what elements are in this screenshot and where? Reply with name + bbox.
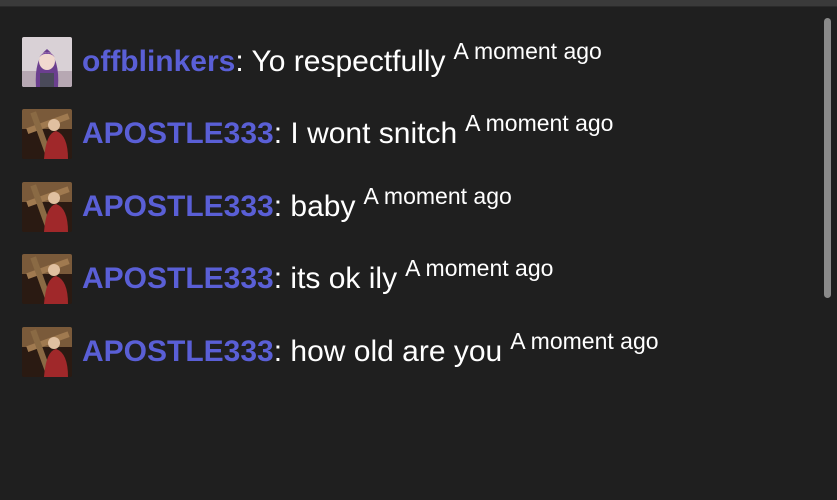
timestamp: A moment ago [465, 110, 614, 136]
cross-bearer-avatar-icon [22, 182, 72, 232]
avatar[interactable] [22, 182, 72, 232]
message-text: Yo respectfully [251, 45, 446, 78]
message-text: its ok ily [290, 262, 398, 295]
message-text: baby [290, 190, 356, 223]
username[interactable]: APOSTLE333 [82, 117, 274, 150]
purple-hair-anime-avatar-icon [22, 37, 72, 87]
colon-separator: : [273, 262, 291, 295]
chat-message: APOSTLE333: how old are you A moment ago [22, 326, 659, 378]
chat-message: offblinkers: Yo respectfully A moment ago [22, 36, 602, 88]
username[interactable]: APOSTLE333 [82, 335, 274, 368]
avatar[interactable] [22, 37, 72, 87]
colon-separator: : [273, 335, 291, 368]
cross-bearer-avatar-icon [22, 109, 72, 159]
message-line: APOSTLE333: I wont snitch A moment ago [82, 112, 613, 150]
colon-separator: : [273, 117, 291, 150]
timestamp: A moment ago [453, 38, 602, 64]
chat-message-list[interactable]: offblinkers: Yo respectfully A moment ago… [0, 0, 837, 500]
avatar[interactable] [22, 327, 72, 377]
avatar[interactable] [22, 109, 72, 159]
username[interactable]: APOSTLE333 [82, 190, 274, 223]
message-text: I wont snitch [290, 117, 458, 150]
timestamp: A moment ago [363, 183, 512, 209]
avatar[interactable] [22, 254, 72, 304]
colon-separator: : [273, 190, 291, 223]
chat-message: APOSTLE333: I wont snitch A moment ago [22, 108, 613, 160]
timestamp: A moment ago [405, 255, 554, 281]
username[interactable]: offblinkers [82, 45, 235, 78]
message-line: APOSTLE333: how old are you A moment ago [82, 330, 659, 368]
cross-bearer-avatar-icon [22, 254, 72, 304]
cross-bearer-avatar-icon [22, 327, 72, 377]
timestamp: A moment ago [510, 328, 659, 354]
message-line: APOSTLE333: baby A moment ago [82, 185, 512, 223]
colon-separator: : [235, 45, 252, 78]
scrollbar[interactable] [824, 18, 831, 298]
message-line: offblinkers: Yo respectfully A moment ago [82, 40, 602, 78]
username[interactable]: APOSTLE333 [82, 262, 274, 295]
chat-message: APOSTLE333: its ok ily A moment ago [22, 253, 553, 305]
chat-message: APOSTLE333: baby A moment ago [22, 181, 512, 233]
message-line: APOSTLE333: its ok ily A moment ago [82, 257, 553, 295]
message-text: how old are you [290, 335, 503, 368]
